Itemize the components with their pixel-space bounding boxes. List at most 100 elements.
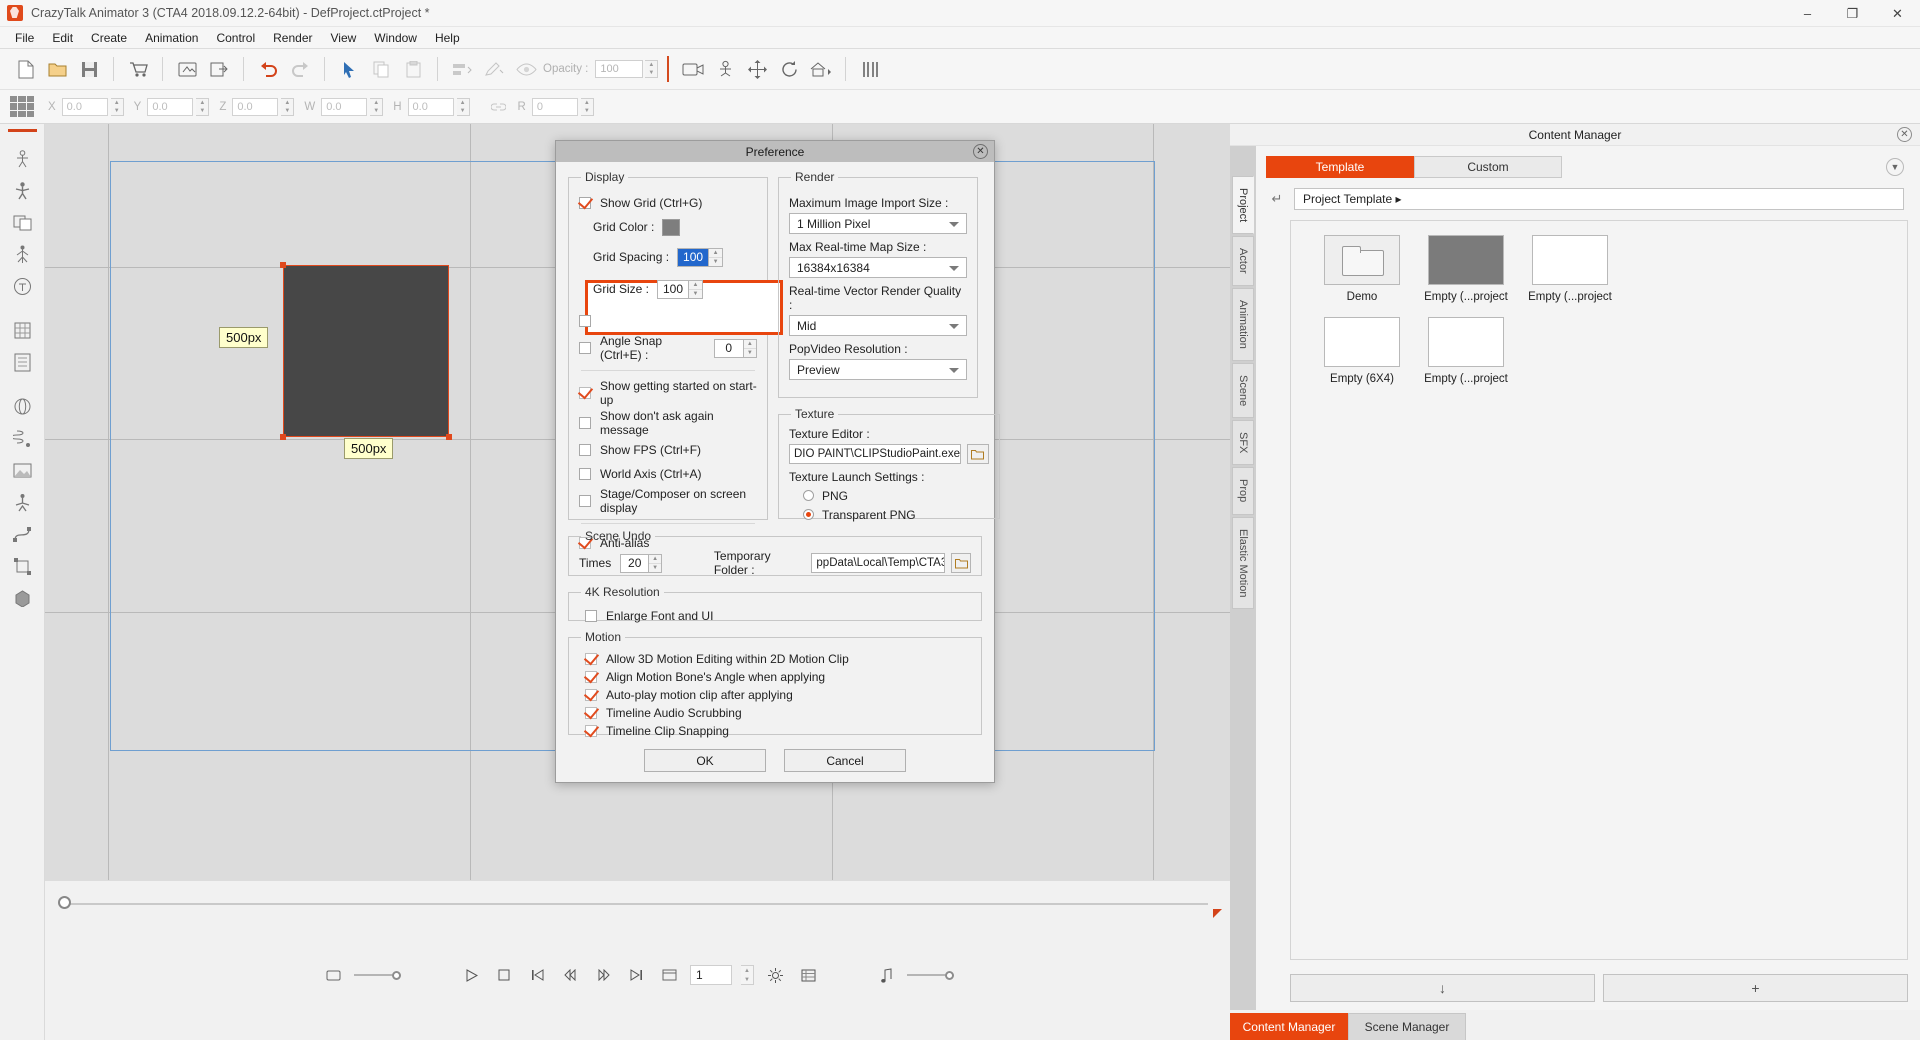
show-dont-ask-checkbox[interactable] xyxy=(579,417,591,429)
undo-times-input[interactable]: 20 xyxy=(620,553,650,573)
png-radio-row[interactable]: PNG xyxy=(803,487,989,504)
content-item-empty-3[interactable]: Empty (...project xyxy=(1417,317,1515,385)
show-fps-row[interactable]: Show FPS (Ctrl+F) xyxy=(579,439,757,461)
cancel-button[interactable]: Cancel xyxy=(784,749,906,772)
grid-toggle-icon[interactable] xyxy=(10,95,34,118)
ok-button[interactable]: OK xyxy=(644,749,766,772)
enlarge-font-checkbox[interactable] xyxy=(585,610,597,622)
redo-icon[interactable] xyxy=(285,54,315,84)
vtab-scene[interactable]: Scene xyxy=(1232,362,1254,419)
transparent-png-radio-row[interactable]: Transparent PNG xyxy=(803,506,989,523)
angle-snap-checkbox[interactable] xyxy=(579,342,591,354)
tool-face-puppet-icon[interactable] xyxy=(0,238,45,270)
preference-dialog[interactable]: Preference ✕ Display Show Grid (Ctrl+G) … xyxy=(555,140,1000,783)
motion-row-autoplay[interactable]: Auto-play motion clip after applying xyxy=(585,686,971,704)
preference-close-icon[interactable]: ✕ xyxy=(973,144,988,159)
preview-quality-icon[interactable] xyxy=(321,963,345,987)
timeline-scrubber[interactable] xyxy=(45,880,1230,930)
timeline-panel-icon[interactable] xyxy=(796,963,820,987)
r-spinner[interactable]: ▲ ▼ xyxy=(580,97,594,116)
play-button[interactable] xyxy=(459,963,483,987)
motion-row-clip-snap[interactable]: Timeline Clip Snapping xyxy=(585,722,971,740)
grid-size-input[interactable]: 100 xyxy=(657,279,690,299)
frame-spinner[interactable]: ▲ ▼ xyxy=(741,965,754,985)
r-input[interactable]: 0 xyxy=(531,97,578,116)
max-import-select[interactable]: 1 Million Pixel xyxy=(789,213,967,234)
menu-control[interactable]: Control xyxy=(207,28,264,48)
paste-icon[interactable] xyxy=(398,54,428,84)
grid-spacing-spinner[interactable]: ▲ ▼ xyxy=(709,247,724,267)
tool-scene-layers-icon[interactable] xyxy=(0,346,45,378)
motion-row-align-bone[interactable]: Align Motion Bone's Angle when applying xyxy=(585,668,971,686)
tool-text-icon[interactable] xyxy=(0,270,45,302)
tool-path-icon[interactable] xyxy=(0,518,45,550)
menu-view[interactable]: View xyxy=(321,28,365,48)
tool-stage-grid-icon[interactable] xyxy=(0,314,45,346)
motion-row-audio-scrub[interactable]: Timeline Audio Scrubbing xyxy=(585,704,971,722)
angle-snap-row[interactable]: Angle Snap (Ctrl+E) : 0 ▲ ▼ xyxy=(579,334,757,362)
tool-spring-icon[interactable] xyxy=(0,422,45,454)
tool-transform-box-icon[interactable] xyxy=(0,550,45,582)
h-input[interactable]: 0.0 xyxy=(407,97,454,116)
next-frame-button[interactable] xyxy=(591,963,615,987)
menu-animation[interactable]: Animation xyxy=(136,28,207,48)
link-ratio-icon[interactable] xyxy=(490,98,508,116)
scrubber-track[interactable] xyxy=(63,903,1208,905)
select-arrow-icon[interactable] xyxy=(334,54,364,84)
stop-button[interactable] xyxy=(492,963,516,987)
preview-quality-slider[interactable] xyxy=(354,970,401,980)
previous-frame-button[interactable] xyxy=(558,963,582,987)
content-item-empty-6x4[interactable]: Empty (6X4) xyxy=(1313,317,1411,385)
texture-editor-input[interactable]: DIO PAINT\CLIPStudioPaint.exe xyxy=(789,444,961,464)
columns-icon[interactable] xyxy=(855,54,885,84)
resize-handle-tl[interactable] xyxy=(280,262,286,268)
vtab-sfx[interactable]: SFX xyxy=(1232,420,1254,466)
first-frame-button[interactable] xyxy=(525,963,549,987)
z-spinner[interactable]: ▲ ▼ xyxy=(281,97,295,116)
maximize-button[interactable]: ❐ xyxy=(1830,0,1875,27)
copy-icon[interactable] xyxy=(366,54,396,84)
opacity-input[interactable]: 100 xyxy=(595,60,644,78)
vtab-prop[interactable]: Prop xyxy=(1232,467,1254,515)
audio-volume-slider[interactable] xyxy=(907,970,954,980)
angle-snap-input[interactable]: 0 xyxy=(713,338,744,358)
content-manager-close-icon[interactable]: ✕ xyxy=(1897,127,1912,142)
minimize-button[interactable]: – xyxy=(1785,0,1830,27)
max-map-select[interactable]: 16384x16384 xyxy=(789,257,967,278)
export-icon[interactable] xyxy=(204,54,234,84)
angle-snap-spinner[interactable]: ▲ ▼ xyxy=(743,338,757,358)
align-icon[interactable] xyxy=(447,54,477,84)
tool-sprite-editor-icon[interactable] xyxy=(0,206,45,238)
w-spinner[interactable]: ▲ ▼ xyxy=(370,97,384,116)
show-grid-row[interactable]: Show Grid (Ctrl+G) xyxy=(579,192,757,214)
timeline-clip-snapping-checkbox[interactable] xyxy=(585,725,597,737)
world-axis-row[interactable]: World Axis (Ctrl+A) xyxy=(579,463,757,485)
show-fps-checkbox[interactable] xyxy=(579,444,591,456)
folder-browse-icon[interactable] xyxy=(966,444,989,464)
resize-handle-bl[interactable] xyxy=(280,434,286,440)
frame-range-icon[interactable] xyxy=(657,963,681,987)
close-button[interactable]: ✕ xyxy=(1875,0,1920,27)
tool-mask-icon[interactable] xyxy=(0,454,45,486)
y-spinner[interactable]: ▲ ▼ xyxy=(196,97,210,116)
scrubber-handle[interactable] xyxy=(58,896,71,909)
person-stage-icon[interactable] xyxy=(710,54,740,84)
world-axis-checkbox[interactable] xyxy=(579,468,591,480)
undo-icon[interactable] xyxy=(253,54,283,84)
bottom-tab-scene-manager[interactable]: Scene Manager xyxy=(1348,1013,1466,1040)
content-item-demo[interactable]: Demo xyxy=(1313,235,1411,303)
chevron-down-icon[interactable]: ▼ xyxy=(1886,158,1904,176)
tab-custom[interactable]: Custom xyxy=(1414,156,1562,178)
menu-file[interactable]: File xyxy=(6,28,43,48)
tab-template[interactable]: Template xyxy=(1266,156,1414,178)
show-getting-started-row[interactable]: Show getting started on start-up xyxy=(579,379,757,407)
vtab-project[interactable]: Project xyxy=(1232,176,1254,235)
timeline-audio-scrubbing-checkbox[interactable] xyxy=(585,707,597,719)
show-getting-started-checkbox[interactable] xyxy=(579,387,591,399)
grid-size-spinner[interactable]: ▲ ▼ xyxy=(689,279,704,299)
back-arrow-icon[interactable]: ↵ xyxy=(1266,188,1288,210)
vtab-elastic-motion[interactable]: Elastic Motion xyxy=(1232,516,1254,610)
playback-settings-gear-icon[interactable] xyxy=(763,963,787,987)
menu-render[interactable]: Render xyxy=(264,28,321,48)
content-item-empty-2[interactable]: Empty (...project xyxy=(1521,235,1619,303)
